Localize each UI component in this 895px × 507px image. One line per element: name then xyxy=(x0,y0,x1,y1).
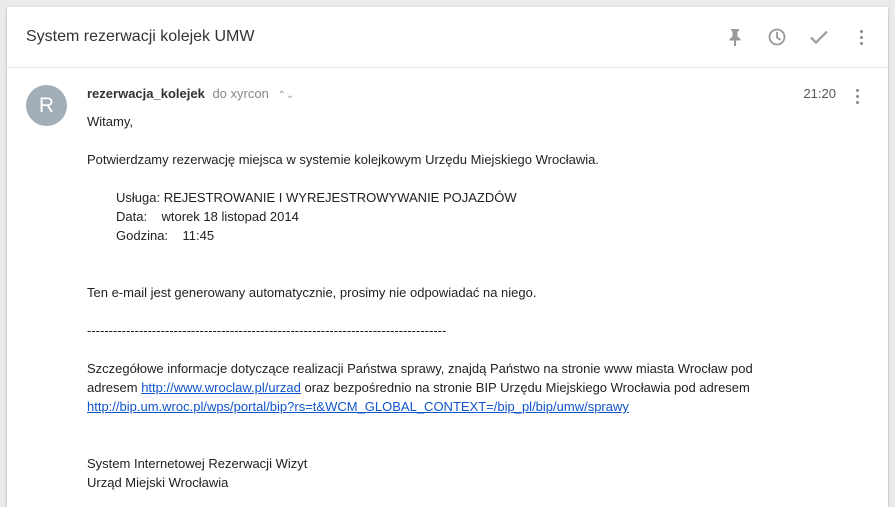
header-actions xyxy=(704,26,872,48)
info-prefix: adresem xyxy=(87,380,142,395)
avatar: R xyxy=(26,85,67,126)
check-icon[interactable] xyxy=(808,26,830,48)
greeting: Witamy, xyxy=(87,114,133,129)
clock-icon[interactable] xyxy=(766,26,788,48)
more-vert-icon[interactable] xyxy=(850,26,872,48)
sender-name[interactable]: rezerwacja_kolejek xyxy=(87,86,205,101)
info-text-line2: adresem http://www.wroclaw.pl/urzad oraz… xyxy=(87,378,753,397)
info-text-line1: Szczegółowe informacje dotyczące realiza… xyxy=(87,361,753,376)
signature-line2: Urząd Miejski Wrocławia xyxy=(87,475,229,490)
signature-line1: System Internetowej Rezerwacji Wizyt xyxy=(87,456,308,471)
message-time: 21:20 xyxy=(803,86,836,101)
message-more-icon[interactable] xyxy=(852,87,862,105)
wroclaw-link[interactable]: http://www.wroclaw.pl/urzad xyxy=(141,380,301,395)
recipient-label: do xyrcon xyxy=(212,86,269,101)
auto-notice: Ten e-mail jest generowany automatycznie… xyxy=(87,285,537,300)
email-subject: System rezerwacji kolejek UMW xyxy=(26,28,255,45)
message-body: Witamy, Potwierdzamy rezerwację miejsca … xyxy=(87,112,753,492)
hour-line: Godzina: 11:45 xyxy=(116,228,215,243)
email-card: System rezerwacji kolejek UMW R rezerwac… xyxy=(7,7,888,507)
separator-line: ----------------------------------------… xyxy=(87,323,447,338)
email-header: System rezerwacji kolejek UMW xyxy=(7,7,888,68)
date-line: Data: wtorek 18 listopad 2014 xyxy=(116,209,299,224)
from-line: rezerwacja_kolejek do xyrcon ⌃⌄ xyxy=(87,86,294,101)
confirmation-text: Potwierdzamy rezerwację miejsca w system… xyxy=(87,152,599,167)
service-line: Usługa: REJESTROWANIE I WYREJESTROWYWANI… xyxy=(116,190,517,205)
details-toggle-icon[interactable]: ⌃⌄ xyxy=(277,90,294,101)
bip-link[interactable]: http://bip.um.wroc.pl/wps/portal/bip?rs=… xyxy=(87,399,629,414)
info-suffix: oraz bezpośrednio na stronie BIP Urzędu … xyxy=(300,380,750,395)
pin-icon[interactable] xyxy=(724,26,746,48)
